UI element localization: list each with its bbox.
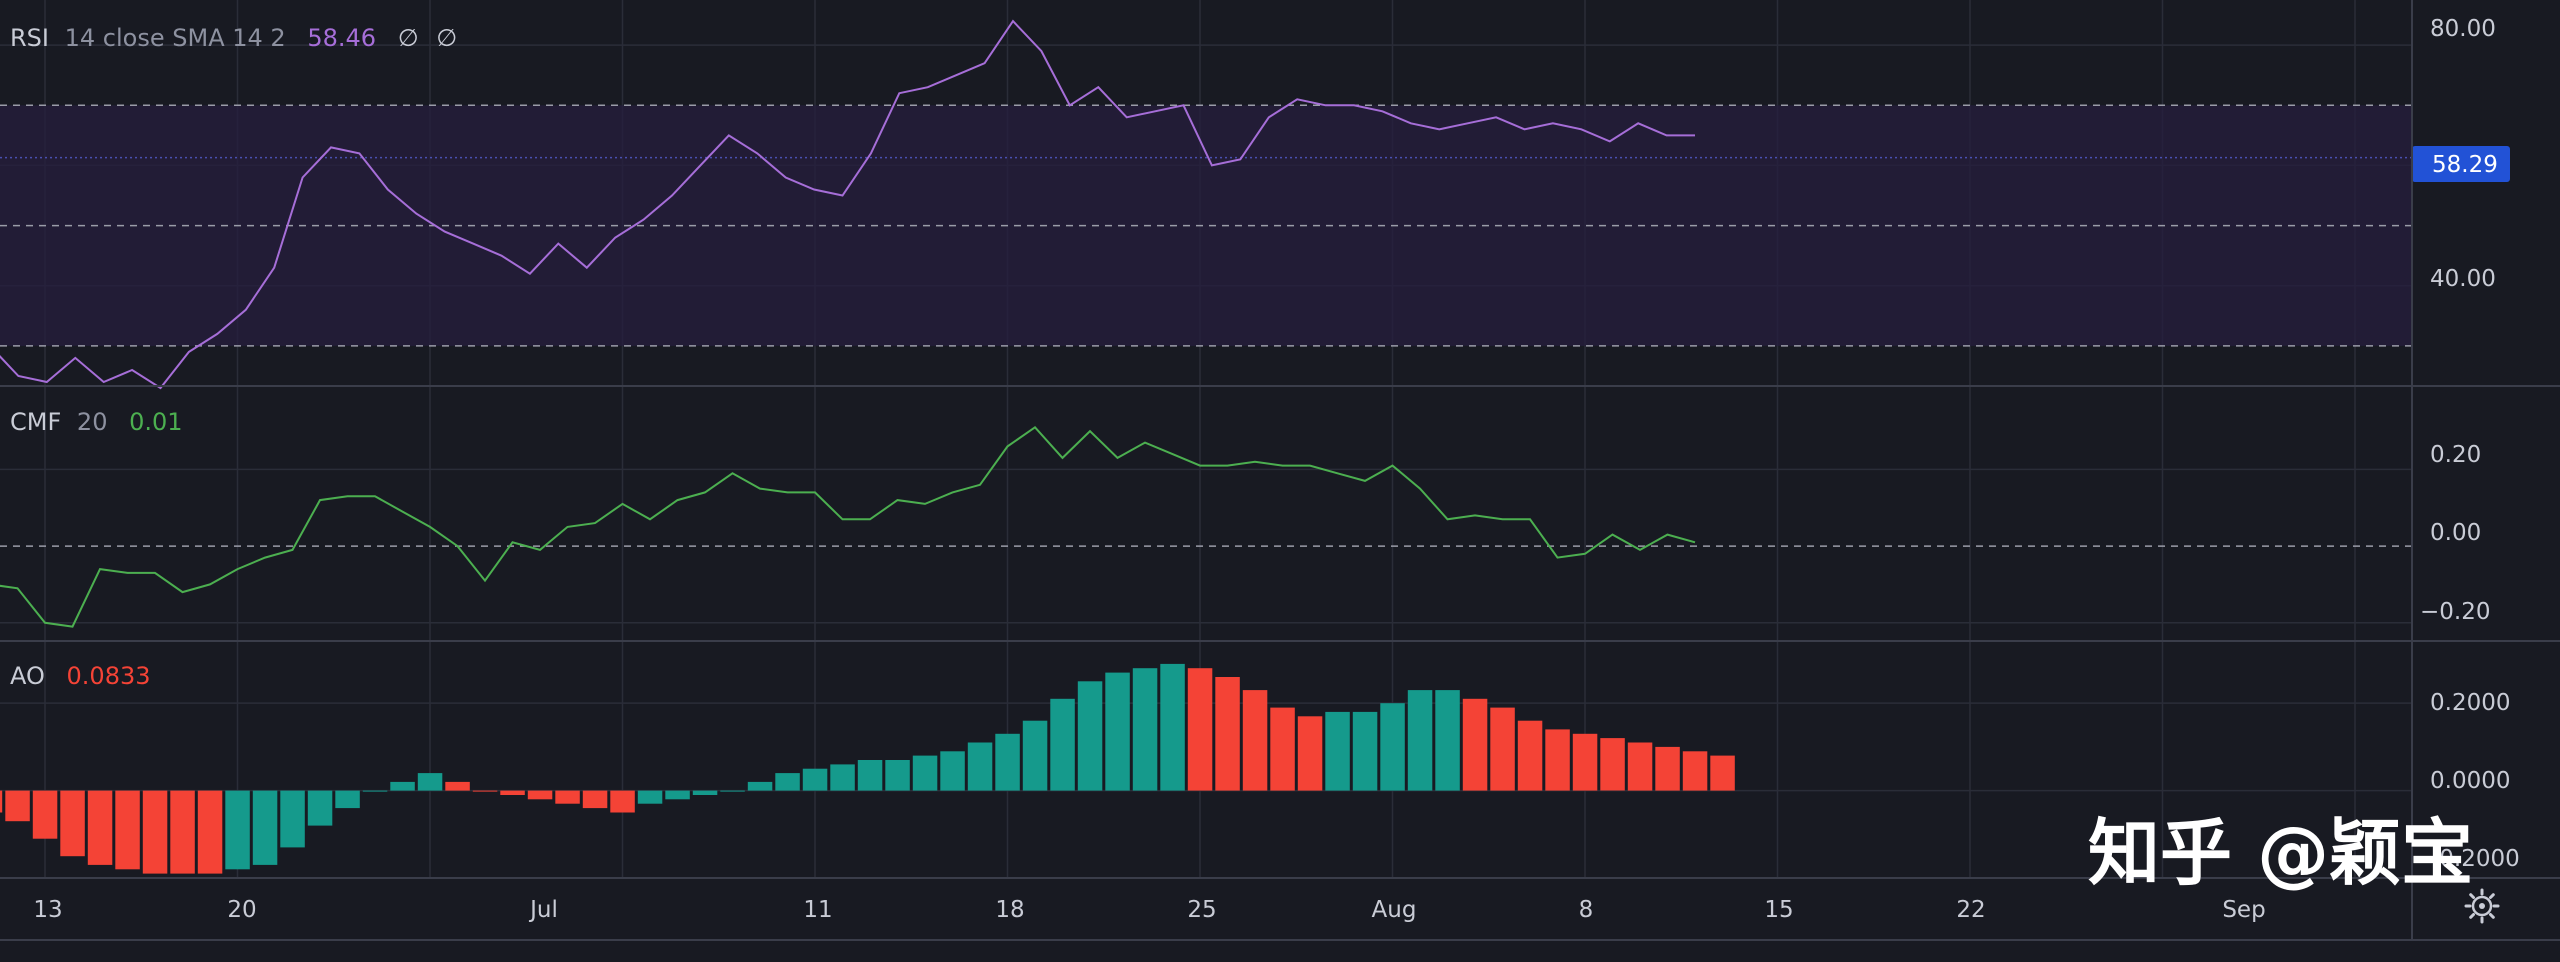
ao-bar [720, 790, 745, 792]
time-label-15: 15 [1764, 897, 1793, 923]
ao-bar [1407, 690, 1433, 791]
ao-bar [747, 781, 773, 791]
ao-bar [665, 790, 690, 800]
time-label-11: 11 [803, 897, 832, 923]
ao-bar [885, 760, 910, 791]
rsi-axis-label-40: 40.00 [2430, 266, 2496, 292]
time-label-20: 20 [227, 897, 256, 923]
time-label-sep: Sep [2222, 897, 2265, 923]
ao-bar [802, 768, 828, 791]
ao-bar [1297, 716, 1323, 791]
ao-bar [417, 773, 443, 791]
ao-bar [830, 764, 855, 791]
ao-bar [692, 790, 718, 795]
rsi-params: 14 close SMA 14 2 [65, 24, 286, 52]
time-label-aug: Aug [1372, 897, 1417, 923]
ao-bar [1270, 707, 1295, 791]
ao-bar [0, 790, 3, 813]
ao-bar [472, 790, 498, 792]
ao-bar [1435, 690, 1460, 791]
ao-bar [1600, 738, 1625, 791]
ao-bar [280, 790, 305, 848]
ao-bar [115, 790, 140, 870]
ao-bar [225, 790, 250, 870]
cmf-name: CMF [10, 408, 61, 436]
ao-bar [1105, 672, 1130, 791]
ao-bar [1187, 668, 1213, 791]
cmf-params: 20 [77, 408, 108, 436]
rsi-name: RSI [10, 24, 49, 52]
ao-bar [1710, 755, 1735, 791]
ao-bar [307, 790, 333, 826]
ao-legend[interactable]: AO 0.0833 [10, 662, 151, 690]
ao-bar [1655, 746, 1680, 791]
ao-axis-label-02: 0.2000 [2430, 690, 2510, 716]
ao-bar [5, 790, 30, 822]
ao-bar [1242, 690, 1268, 791]
ao-bar [197, 790, 223, 874]
ao-bar [610, 790, 635, 813]
ao-name: AO [10, 662, 45, 690]
ao-bar [1132, 668, 1158, 791]
time-label-13: 13 [33, 897, 62, 923]
ao-bar [1050, 698, 1075, 791]
ao-bar [775, 773, 800, 791]
ao-bar [445, 781, 470, 791]
ao-bar [1682, 751, 1708, 791]
cmf-axis-label-neg020: −0.20 [2420, 599, 2490, 625]
ao-bar [555, 790, 580, 804]
time-label-8: 8 [1579, 897, 1594, 923]
ao-bar [527, 790, 553, 800]
ao-bar [1160, 663, 1185, 791]
ao-bar [1462, 698, 1488, 791]
time-label-jul: Jul [528, 897, 558, 923]
cmf-value: 0.01 [129, 408, 182, 436]
rsi-extra-2: ∅ [436, 24, 457, 52]
rsi-extra-1: ∅ [398, 24, 419, 52]
watermark: 知乎 @颖宝 [2088, 811, 2473, 895]
ao-bar [582, 790, 608, 809]
rsi-band [0, 105, 2412, 346]
ao-bar [390, 781, 415, 791]
ao-bar [252, 790, 278, 865]
ao-bar [362, 790, 388, 792]
rsi-price-tag-value: 58.29 [2432, 152, 2498, 178]
ao-bar [995, 733, 1020, 791]
ao-bar [967, 742, 993, 791]
ao-bar [87, 790, 113, 865]
ao-bar [637, 790, 663, 804]
ao-bar [857, 760, 883, 791]
ao-bar [1545, 729, 1570, 791]
cmf-axis-label-000: 0.00 [2430, 520, 2481, 546]
ao-bar [1077, 681, 1103, 791]
cmf-legend[interactable]: CMF 20 0.01 [10, 408, 183, 436]
ao-bar [1627, 742, 1653, 791]
ao-bar [32, 790, 58, 839]
time-label-18: 18 [995, 897, 1024, 923]
ao-bar [170, 790, 195, 874]
ao-bar [1215, 677, 1240, 791]
rsi-axis-label-80: 80.00 [2430, 16, 2496, 42]
indicator-chart[interactable]: RSI 14 close SMA 14 2 58.46 ∅ ∅ 80.00 40… [0, 0, 2560, 962]
ao-bar [335, 790, 360, 809]
time-label-25: 25 [1187, 897, 1216, 923]
time-label-22: 22 [1956, 897, 1985, 923]
ao-bar [912, 755, 938, 791]
cmf-axis-label-020: 0.20 [2430, 442, 2481, 468]
ao-axis-label-00: 0.0000 [2430, 768, 2510, 794]
ao-bar [1572, 733, 1598, 791]
ao-bar [1325, 711, 1350, 791]
rsi-value: 58.46 [307, 24, 376, 52]
ao-bar [1022, 720, 1048, 791]
ao-bar [1352, 711, 1378, 791]
ao-bar [142, 790, 168, 874]
ao-value: 0.0833 [67, 662, 151, 690]
ao-bar [940, 751, 965, 791]
ao-bar [1517, 720, 1543, 791]
ao-bar [1380, 703, 1405, 791]
ao-bar [500, 790, 525, 795]
ao-bar [60, 790, 85, 857]
ao-bar [1490, 707, 1515, 791]
